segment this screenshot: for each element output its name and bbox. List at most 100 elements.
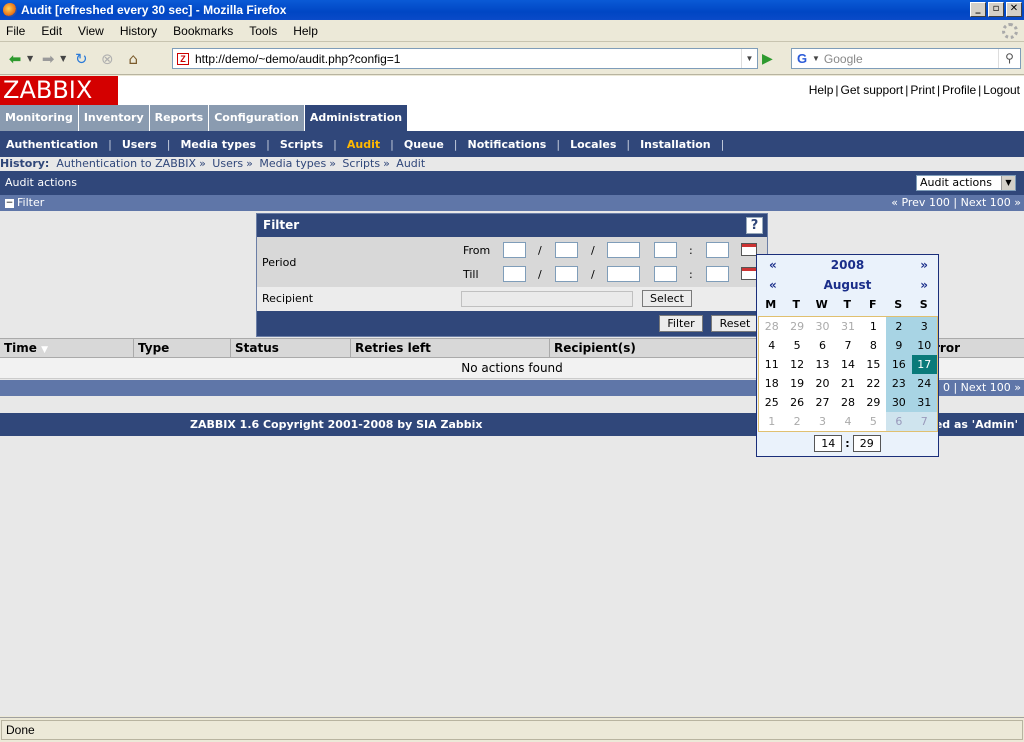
filter-button[interactable]: Filter <box>659 315 703 332</box>
calendar-day[interactable]: 12 <box>784 355 809 374</box>
calendar-day[interactable]: 11 <box>759 355 784 374</box>
calendar-icon[interactable] <box>741 267 757 280</box>
from-month-input[interactable] <box>555 242 578 258</box>
breadcrumb-item[interactable]: Authentication to ZABBIX <box>56 157 196 170</box>
prev-page-link[interactable]: « Prev 100 <box>891 196 950 209</box>
subtab-scripts[interactable]: Scripts <box>280 138 323 151</box>
till-minute-input[interactable] <box>706 266 729 282</box>
column-error[interactable]: rror <box>932 339 1024 357</box>
select-button[interactable]: Select <box>642 290 692 307</box>
print-link[interactable]: Print <box>910 83 935 97</box>
collapse-icon[interactable]: − <box>5 198 14 208</box>
menu-history[interactable]: History <box>120 24 157 38</box>
calendar-day[interactable]: 15 <box>861 355 886 374</box>
subtab-authentication[interactable]: Authentication <box>6 138 98 151</box>
help-icon[interactable]: ? <box>746 217 763 234</box>
calendar-day[interactable]: 14 <box>835 355 860 374</box>
calendar-day[interactable]: 29 <box>784 317 809 336</box>
calendar-day[interactable]: 24 <box>911 374 937 393</box>
calendar-day[interactable]: 26 <box>784 393 809 412</box>
from-minute-input[interactable] <box>706 242 729 258</box>
calendar-day[interactable]: 2 <box>886 317 912 336</box>
search-engine-dropdown-icon[interactable]: ▼ <box>812 54 820 63</box>
calendar-day[interactable]: 28 <box>759 317 784 336</box>
get-support-link[interactable]: Get support <box>841 83 904 97</box>
calendar-day[interactable]: 6 <box>810 336 835 355</box>
profile-link[interactable]: Profile <box>942 83 976 97</box>
calendar-day[interactable]: 2 <box>784 412 809 431</box>
calendar-day[interactable]: 13 <box>810 355 835 374</box>
google-icon[interactable]: G <box>794 51 810 67</box>
calendar-day[interactable]: 3 <box>911 317 937 336</box>
calendar-day[interactable]: 20 <box>810 374 835 393</box>
from-year-input[interactable] <box>607 242 640 258</box>
chevron-down-icon[interactable]: ▼ <box>1001 176 1015 190</box>
reload-icon[interactable]: ↻ <box>70 48 92 70</box>
next-page-link[interactable]: Next 100 » <box>961 196 1021 209</box>
calendar-day[interactable]: 4 <box>759 336 784 355</box>
subtab-users[interactable]: Users <box>122 138 157 151</box>
back-history-dropdown-icon[interactable]: ▼ <box>27 54 33 63</box>
till-hour-input[interactable] <box>654 266 677 282</box>
calendar-day-selected[interactable]: 17 <box>911 355 937 374</box>
till-day-input[interactable] <box>503 266 526 282</box>
from-day-input[interactable] <box>503 242 526 258</box>
reset-button[interactable]: Reset <box>711 315 759 332</box>
menu-edit[interactable]: Edit <box>41 24 62 38</box>
search-icon[interactable]: ⚲ <box>998 49 1020 68</box>
recipient-input[interactable] <box>461 291 633 307</box>
menu-help[interactable]: Help <box>293 24 318 38</box>
menu-file[interactable]: File <box>6 24 25 38</box>
address-bar[interactable]: Z http://demo/~demo/audit.php?config=1 ▼ <box>172 48 758 69</box>
calendar-day[interactable]: 4 <box>835 412 860 431</box>
calendar-day[interactable]: 28 <box>835 393 860 412</box>
calendar-day[interactable]: 18 <box>759 374 784 393</box>
zabbix-logo[interactable]: ZABBIX <box>0 76 118 105</box>
tab-inventory[interactable]: Inventory <box>78 105 149 131</box>
view-select[interactable]: Audit actions ▼ <box>916 175 1016 191</box>
tab-reports[interactable]: Reports <box>149 105 209 131</box>
next-year-button[interactable]: » <box>920 258 928 272</box>
search-placeholder[interactable]: Google <box>824 52 863 66</box>
calendar-day[interactable]: 6 <box>886 412 912 431</box>
calendar-day[interactable]: 31 <box>835 317 860 336</box>
breadcrumb-item[interactable]: Media types <box>259 157 326 170</box>
help-link[interactable]: Help <box>809 83 834 97</box>
minimize-button[interactable]: _ <box>970 2 986 17</box>
calendar-day[interactable]: 9 <box>886 336 912 355</box>
calendar-day[interactable]: 5 <box>784 336 809 355</box>
calendar-day[interactable]: 22 <box>861 374 886 393</box>
column-time[interactable]: Time ▼ <box>0 339 134 357</box>
column-type[interactable]: Type <box>134 339 231 357</box>
subtab-installation[interactable]: Installation <box>640 138 711 151</box>
forward-icon[interactable]: ➡ <box>37 48 59 70</box>
calendar-day[interactable]: 25 <box>759 393 784 412</box>
calendar-day[interactable]: 29 <box>861 393 886 412</box>
close-button[interactable]: ✕ <box>1006 2 1022 17</box>
till-month-input[interactable] <box>555 266 578 282</box>
tab-configuration[interactable]: Configuration <box>209 105 304 131</box>
subtab-locales[interactable]: Locales <box>570 138 616 151</box>
calendar-day[interactable]: 30 <box>810 317 835 336</box>
filter-toggle[interactable]: Filter <box>17 196 44 209</box>
tab-administration[interactable]: Administration <box>304 105 408 131</box>
search-bar[interactable]: G ▼ Google ⚲ <box>791 48 1021 69</box>
forward-history-dropdown-icon[interactable]: ▼ <box>60 54 66 63</box>
column-retries-left[interactable]: Retries left <box>351 339 550 357</box>
back-icon[interactable]: ⬅ <box>4 48 26 70</box>
subtab-queue[interactable]: Queue <box>404 138 444 151</box>
next-month-button[interactable]: » <box>920 278 928 292</box>
menu-view[interactable]: View <box>78 24 104 38</box>
calendar-day[interactable]: 1 <box>759 412 784 431</box>
go-icon[interactable]: ▶ <box>762 51 778 67</box>
till-year-input[interactable] <box>607 266 640 282</box>
calendar-icon[interactable] <box>741 243 757 256</box>
breadcrumb-item[interactable]: Audit <box>396 157 425 170</box>
calendar-day[interactable]: 10 <box>911 336 937 355</box>
pager-bottom[interactable]: 0 | Next 100 » <box>943 380 1021 396</box>
from-hour-input[interactable] <box>654 242 677 258</box>
calendar-day[interactable]: 23 <box>886 374 912 393</box>
calendar-day[interactable]: 5 <box>861 412 886 431</box>
calendar-day[interactable]: 1 <box>861 317 886 336</box>
url-dropdown-icon[interactable]: ▼ <box>741 49 757 68</box>
